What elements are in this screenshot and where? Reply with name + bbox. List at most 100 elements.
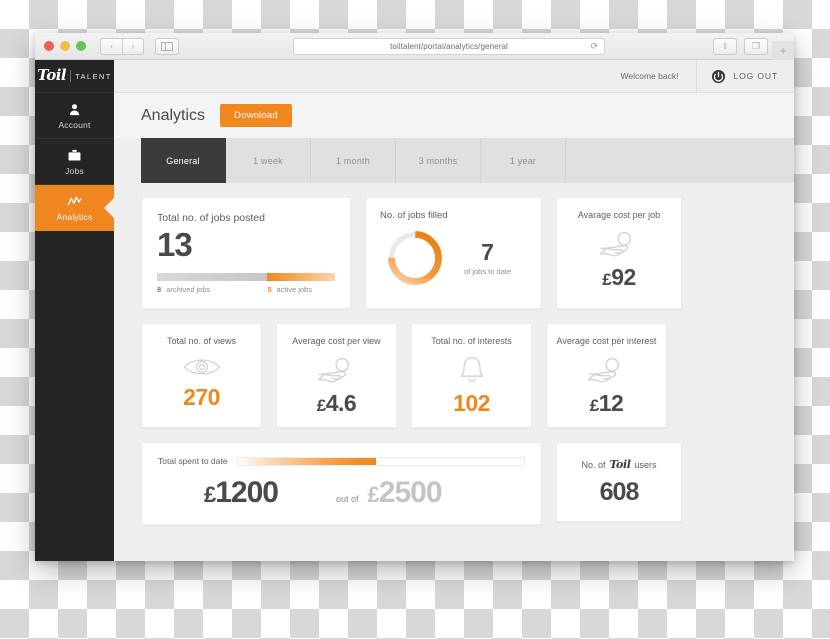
jobs-split-bar-archived (157, 272, 268, 281)
card-total-jobs-posted-value: 13 (157, 226, 193, 263)
card-total-interests-title: Total no. of interests (431, 336, 512, 346)
power-icon (712, 69, 726, 83)
minimize-window-button[interactable] (60, 41, 70, 51)
show-tabs-button[interactable]: ❐ (744, 38, 768, 55)
card-avg-cost-per-job: Avarage cost per job £92 (556, 197, 682, 309)
hand-coin-icon (587, 357, 619, 383)
tab-1-week[interactable]: 1 week (226, 138, 311, 183)
main-content: Welcome back! LOG OUT Analytics Download (114, 59, 794, 561)
window-controls[interactable] (44, 41, 86, 51)
card-toil-users-value: 608 (599, 477, 640, 506)
card-avg-cost-per-interest-title: Average cost per interest (556, 336, 657, 346)
active-jobs-label: active jobs (276, 284, 312, 294)
card-avg-cost-per-interest-value: £12 (590, 392, 624, 415)
card-toil-users: No. of Toil users 608 (556, 442, 682, 522)
jobs-filled-stat: 7 of jobs to date (464, 239, 511, 276)
tab-general[interactable]: General (141, 138, 226, 183)
card-total-views-title: Total no. of views (166, 336, 237, 346)
total-spent-progress-track (237, 456, 525, 466)
brand-logo-toil: Toil (37, 66, 67, 84)
card-total-views: Total no. of views 270 (141, 323, 262, 428)
chart-icon (67, 195, 82, 205)
users-title-suffix: users (634, 459, 657, 470)
card-avg-cost-per-job-value: £92 (602, 266, 636, 289)
sidebar-item-jobs-label: Jobs (65, 165, 84, 176)
value-number: 92 (611, 264, 636, 290)
card-avg-cost-per-view-title: Average cost per view (292, 336, 381, 346)
total-spent-progress-fill (238, 457, 376, 465)
card-jobs-filled: No. of jobs filled 7 of jobs to date (365, 197, 542, 309)
tab-3-months[interactable]: 3 months (396, 138, 481, 183)
timeframe-tabs[interactable]: General 1 week 1 month 3 months 1 year (141, 138, 794, 183)
user-icon (69, 103, 80, 115)
brand-logo[interactable]: Toil TALENT (35, 60, 114, 93)
tabs-filler (566, 138, 794, 183)
card-toil-users-title: No. of Toil users (581, 458, 656, 471)
sidebar-item-account-label: Account (58, 119, 91, 130)
currency-symbol: £ (316, 396, 326, 415)
active-jobs-count: 5 (267, 284, 272, 294)
logout-button[interactable]: LOG OUT (697, 60, 794, 93)
value-number: 1200 (215, 476, 279, 509)
sidebar-item-jobs[interactable]: Jobs (35, 139, 114, 185)
navigation-buttons[interactable]: ‹ › (100, 37, 144, 55)
brand-logo-divider (70, 70, 72, 82)
share-button[interactable]: ⇪ (713, 38, 737, 55)
browser-window: ‹ › toiltalent/portal/analytics/general … (35, 33, 794, 561)
sidebar-item-account[interactable]: Account (35, 93, 114, 139)
browser-titlebar: ‹ › toiltalent/portal/analytics/general … (35, 33, 794, 60)
value-number: 12 (598, 390, 624, 416)
download-button[interactable]: Download (220, 104, 292, 127)
new-tab-button[interactable]: + (772, 41, 794, 60)
forward-button[interactable]: › (122, 37, 144, 55)
eye-icon (183, 359, 220, 375)
archived-jobs-label: archived jobs (166, 284, 211, 294)
address-bar-url: toiltalent/portal/analytics/general (390, 42, 508, 51)
app-container: Toil TALENT Account Jobs Analytics Welco… (35, 59, 794, 561)
jobs-filled-chart-row: 7 of jobs to date (380, 227, 527, 289)
users-title-prefix: No. of (581, 459, 606, 470)
forward-chevron-icon: › (131, 40, 135, 51)
card-total-jobs-posted: Total no. of jobs posted 13 8 archived j… (141, 197, 351, 309)
jobs-split-bar-active (267, 272, 335, 281)
out-of-label: out of (336, 494, 359, 504)
card-avg-cost-per-view-value: £4.6 (316, 390, 357, 416)
hand-coin-icon (599, 231, 632, 257)
card-jobs-filled-value: 7 (481, 239, 494, 266)
page-header: Analytics Download (114, 93, 794, 138)
currency-symbol: £ (204, 482, 216, 507)
tab-1-month[interactable]: 1 month (311, 138, 396, 183)
value-number: 4.6 (325, 390, 357, 416)
toolbar-right-buttons[interactable]: ⇪ ❐ (713, 38, 768, 55)
dashboard-grid: Total no. of jobs posted 13 8 archived j… (114, 183, 794, 561)
brand-logo-talent: TALENT (75, 71, 112, 81)
address-bar[interactable]: toiltalent/portal/analytics/general ⟳ (293, 38, 605, 55)
total-budget-amount: £2500 (368, 476, 443, 510)
hand-coin-icon (317, 357, 349, 383)
briefcase-icon (68, 149, 81, 160)
top-bar: Welcome back! LOG OUT (114, 59, 794, 93)
archived-jobs-legend: 8 archived jobs (157, 285, 267, 294)
close-window-button[interactable] (44, 41, 54, 51)
currency-symbol: £ (602, 270, 612, 289)
sidebar-toggle-button[interactable] (155, 37, 179, 55)
back-chevron-icon: ‹ (110, 40, 113, 51)
tab-1-year[interactable]: 1 year (481, 138, 566, 183)
donut-chart (388, 231, 442, 285)
sidebar-item-analytics[interactable]: Analytics (35, 185, 114, 231)
back-button[interactable]: ‹ (100, 37, 122, 55)
maximize-window-button[interactable] (76, 41, 86, 51)
card-total-jobs-posted-title: Total no. of jobs posted (157, 212, 265, 224)
value-number: 2500 (378, 476, 443, 509)
page-backdrop: ‹ › toiltalent/portal/analytics/general … (0, 0, 830, 639)
jobs-split-labels: 8 archived jobs 5 active jobs (157, 285, 335, 294)
card-avg-cost-per-job-title: Avarage cost per job (577, 210, 661, 220)
card-total-spent-title: Total spent to date (158, 456, 228, 466)
dashboard-row-1: Total no. of jobs posted 13 8 archived j… (141, 197, 766, 309)
card-total-interests: Total no. of interests 102 (411, 323, 532, 428)
card-total-interests-value: 102 (453, 390, 490, 416)
reload-icon[interactable]: ⟳ (590, 42, 598, 51)
dashboard-row-3: Total spent to date £1200 out of £2500 N… (141, 442, 766, 525)
card-total-spent: Total spent to date £1200 out of £2500 (141, 442, 542, 525)
sidebar-item-analytics-label: Analytics (56, 211, 93, 222)
